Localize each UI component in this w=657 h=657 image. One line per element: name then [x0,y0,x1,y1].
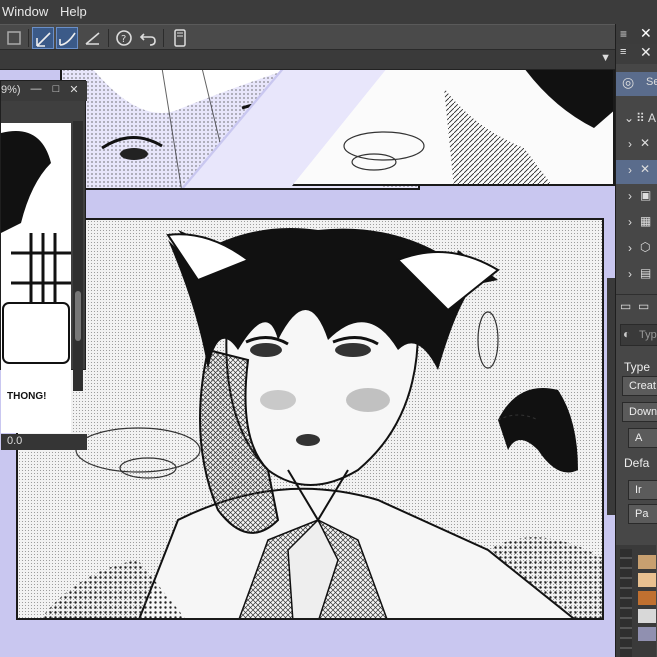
chevron-right-icon[interactable]: › [628,267,632,281]
navigator-subwindow[interactable]: 9%) — □ ✕ THONG! 0.0 [0,80,87,450]
cube-icon: ⬡ [640,240,651,254]
download-button[interactable]: Down [622,402,657,422]
layer-icon: ▤ [640,266,652,280]
panel-actions: ▭ ▭ [616,294,657,318]
stabilizer-icon[interactable] [56,27,78,49]
zoom-value: 0.0 [7,435,23,447]
panel-header: ≡ ✕ [616,44,657,64]
canvas-frame-icon[interactable] [3,27,25,49]
command-bar: ? [0,24,615,50]
subwindow-title-bar[interactable]: 9%) — □ ✕ [1,81,87,101]
subwindow-title: 9%) [1,84,21,96]
chevron-right-icon[interactable]: › [628,137,632,151]
grid-icon: ▦ [640,214,652,228]
panel-scrollbar[interactable] [607,278,615,515]
chevron-right-icon[interactable]: › [628,163,632,177]
ruler-icon[interactable] [82,27,104,49]
search-placeholder: Typ [639,329,657,341]
default-label: Defa [624,456,650,470]
minimize-icon[interactable]: — [29,83,43,97]
right-panel-top-bar: ≡ ✕ [616,24,657,44]
swatch[interactable] [638,591,656,605]
list-item[interactable]: › ▦ [616,212,657,236]
create-button[interactable]: Creat [622,376,657,396]
import-button[interactable]: Ir [628,480,657,500]
paste-button[interactable]: Pa [628,504,657,524]
brush-icon: ✕ [640,136,651,150]
chevron-down-icon[interactable]: ⌄ [624,111,634,125]
type-label: Type [624,360,651,374]
dots-icon: ⠿ [636,111,645,125]
toolbar-separator [28,29,29,47]
swatch[interactable] [638,555,656,569]
navigator-preview[interactable]: THONG! [1,123,71,433]
menu-bar: Window Help [0,0,657,24]
canvas-tab-strip: ▼ [0,50,615,70]
list-item[interactable]: › ✕ [616,134,657,158]
swatch[interactable] [638,627,656,641]
add-button[interactable]: A [628,428,657,448]
menu-help[interactable]: Help [60,4,87,19]
menu-icon[interactable]: ≡ [620,46,626,58]
chevron-down-icon[interactable]: ▼ [600,52,611,64]
close-icon[interactable]: ✕ [640,44,652,61]
device-icon[interactable] [169,27,191,49]
search-input[interactable]: ◐ Typ [620,324,657,346]
undo-icon[interactable] [137,27,159,49]
canvas-area[interactable] [0,70,615,657]
navigator-thumbnail [1,123,71,433]
list-item[interactable]: › ▤ [616,264,657,288]
app-window: Window Help ? ▼ 9%) — □ ✕ THONG! 0.0 ≡ ✕… [0,0,657,657]
search-icon: ◐ [623,327,631,341]
chevron-right-icon[interactable]: › [628,241,632,255]
layer-icon: ◎ [622,74,635,90]
list-item[interactable]: › ▣ [616,186,657,210]
layer-header-label: A [648,111,657,125]
comic-panel-main [16,218,604,620]
artwork-text: THONG! [7,391,47,402]
brush-icon: ✕ [640,162,651,176]
brush-tool-icon[interactable] [32,27,54,49]
list-item[interactable]: › ✕ [616,160,657,184]
maximize-icon[interactable]: □ [49,83,63,97]
scrollbar-thumb[interactable] [75,291,81,341]
navigator-zoom[interactable]: 0.0 [1,434,87,450]
help-icon[interactable]: ? [113,27,135,49]
artwork-character [18,220,602,618]
close-icon[interactable]: ✕ [67,83,81,97]
chevron-right-icon[interactable]: › [628,215,632,229]
swatch[interactable] [638,609,656,623]
folder-icon[interactable]: ▭ [620,299,631,313]
color-swatches[interactable] [616,545,656,657]
menu-icon[interactable]: ≡ [620,27,627,41]
swatch[interactable] [638,573,656,587]
toolbar-separator [163,29,164,47]
toolbar-separator [108,29,109,47]
new-item-icon[interactable]: ▭ [638,299,649,313]
swatch-strip[interactable] [620,549,632,657]
close-icon[interactable]: ✕ [640,25,652,42]
tab-label: Se [646,76,657,88]
layer-group-header[interactable]: ⌄ ⠿ A [616,108,657,132]
frame-icon: ▣ [640,188,652,202]
svg-text:?: ? [121,34,126,45]
menu-window[interactable]: Window [2,4,48,19]
tab-search[interactable]: ◎ Se [616,72,657,96]
chevron-right-icon[interactable]: › [628,189,632,203]
navigator-scrollbar[interactable] [73,121,83,391]
list-item[interactable]: › ⬡ [616,238,657,262]
